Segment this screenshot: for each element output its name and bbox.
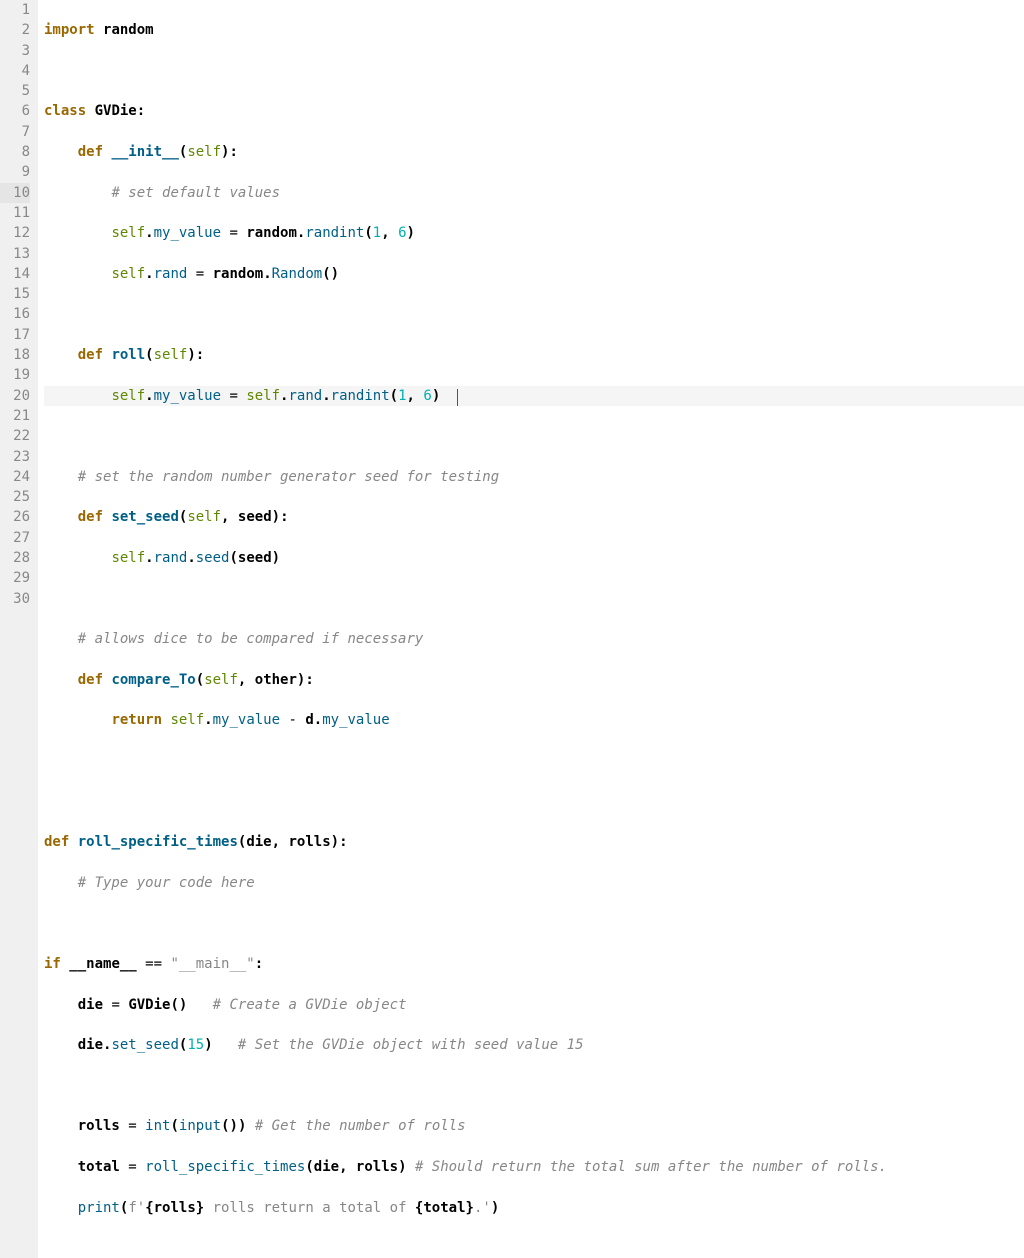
code-line[interactable]: import random bbox=[44, 20, 1024, 40]
code-line[interactable]: self.my_value = random.randint(1, 6) bbox=[44, 223, 1024, 243]
code-line[interactable] bbox=[44, 751, 1024, 771]
code-line[interactable]: die = GVDie() # Create a GVDie object bbox=[44, 995, 1024, 1015]
line-number: 8 bbox=[0, 142, 30, 162]
line-number: 1 bbox=[0, 0, 30, 20]
line-number: 19 bbox=[0, 365, 30, 385]
code-line[interactable] bbox=[44, 589, 1024, 609]
code-line[interactable]: def roll(self): bbox=[44, 345, 1024, 365]
code-line[interactable]: def set_seed(self, seed): bbox=[44, 507, 1024, 527]
line-number: 18 bbox=[0, 345, 30, 365]
code-line[interactable]: if __name__ == "__main__": bbox=[44, 954, 1024, 974]
line-number: 9 bbox=[0, 162, 30, 182]
line-number: 15 bbox=[0, 284, 30, 304]
code-line[interactable]: total = roll_specific_times(die, rolls) … bbox=[44, 1157, 1024, 1177]
code-line[interactable]: return self.my_value - d.my_value bbox=[44, 710, 1024, 730]
line-number: 16 bbox=[0, 304, 30, 324]
line-number: 14 bbox=[0, 264, 30, 284]
code-line[interactable]: # set default values bbox=[44, 183, 1024, 203]
line-number: 7 bbox=[0, 122, 30, 142]
code-line[interactable] bbox=[44, 913, 1024, 933]
line-number: 28 bbox=[0, 548, 30, 568]
code-line[interactable]: rolls = int(input()) # Get the number of… bbox=[44, 1116, 1024, 1136]
code-line[interactable]: self.rand = random.Random() bbox=[44, 264, 1024, 284]
code-line[interactable]: print(f'{rolls} rolls return a total of … bbox=[44, 1198, 1024, 1218]
code-editor[interactable]: 1 2 3 4 5 6 7 8 9 10 11 12 13 14 15 16 1… bbox=[0, 0, 1024, 1258]
code-area[interactable]: import random class GVDie: def __init__(… bbox=[38, 0, 1024, 1258]
line-number: 23 bbox=[0, 447, 30, 467]
line-number: 6 bbox=[0, 101, 30, 121]
code-line-current[interactable]: self.my_value = self.rand.randint(1, 6) bbox=[44, 386, 1024, 406]
line-number: 20 bbox=[0, 386, 30, 406]
line-number-gutter: 1 2 3 4 5 6 7 8 9 10 11 12 13 14 15 16 1… bbox=[0, 0, 38, 1258]
line-number: 17 bbox=[0, 325, 30, 345]
code-line[interactable]: # allows dice to be compared if necessar… bbox=[44, 629, 1024, 649]
code-line[interactable]: def __init__(self): bbox=[44, 142, 1024, 162]
line-number: 12 bbox=[0, 223, 30, 243]
code-line[interactable]: class GVDie: bbox=[44, 101, 1024, 121]
line-number: 21 bbox=[0, 406, 30, 426]
line-number: 24 bbox=[0, 467, 30, 487]
code-line[interactable]: self.rand.seed(seed) bbox=[44, 548, 1024, 568]
line-number: 25 bbox=[0, 487, 30, 507]
line-number: 3 bbox=[0, 41, 30, 61]
code-line[interactable]: die.set_seed(15) # Set the GVDie object … bbox=[44, 1035, 1024, 1055]
code-line[interactable] bbox=[44, 426, 1024, 446]
line-number: 22 bbox=[0, 426, 30, 446]
line-number: 30 bbox=[0, 589, 30, 609]
line-number: 5 bbox=[0, 81, 30, 101]
code-line[interactable]: def compare_To(self, other): bbox=[44, 670, 1024, 690]
code-line[interactable]: # set the random number generator seed f… bbox=[44, 467, 1024, 487]
line-number: 27 bbox=[0, 528, 30, 548]
code-line[interactable] bbox=[44, 1076, 1024, 1096]
code-line[interactable]: # Type your code here bbox=[44, 873, 1024, 893]
line-number: 13 bbox=[0, 244, 30, 264]
code-line[interactable]: def roll_specific_times(die, rolls): bbox=[44, 832, 1024, 852]
code-line[interactable] bbox=[44, 61, 1024, 81]
line-number-current: 10 bbox=[0, 183, 30, 203]
line-number: 26 bbox=[0, 507, 30, 527]
text-cursor bbox=[457, 389, 458, 406]
code-line[interactable] bbox=[44, 304, 1024, 324]
line-number: 4 bbox=[0, 61, 30, 81]
code-line[interactable] bbox=[44, 792, 1024, 812]
line-number: 2 bbox=[0, 20, 30, 40]
line-number: 11 bbox=[0, 203, 30, 223]
line-number: 29 bbox=[0, 568, 30, 588]
